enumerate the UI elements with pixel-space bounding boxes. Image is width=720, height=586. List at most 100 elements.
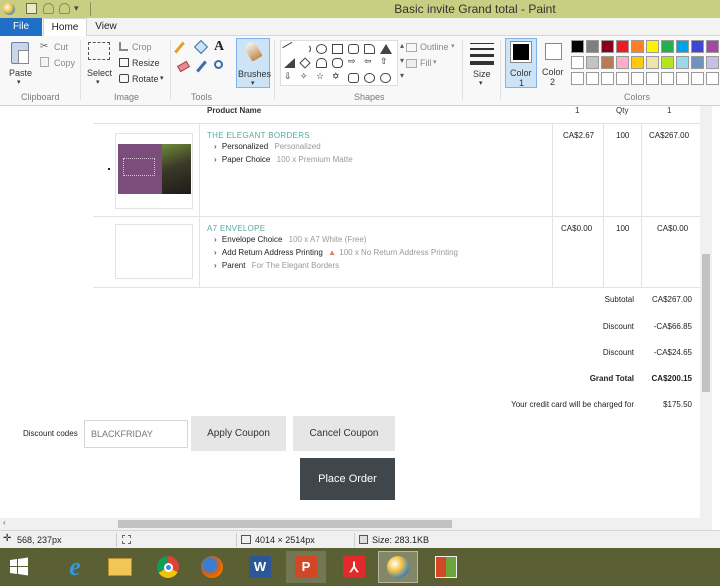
taskbar-powerpoint[interactable]: P [286, 551, 326, 583]
tab-file[interactable]: File [0, 18, 42, 36]
shapes-gallery[interactable]: ⇨ ⇦ ⇧ ⇩ ✧ ☆ ✡ [280, 40, 398, 86]
color-swatch[interactable] [646, 72, 659, 85]
down-arrow-shape-icon[interactable]: ⇩ [284, 71, 292, 82]
taskbar-word[interactable]: W [240, 551, 280, 583]
copy-icon[interactable] [40, 57, 49, 67]
six-point-star-shape-icon[interactable]: ✡ [332, 71, 340, 82]
color-swatch[interactable] [691, 72, 704, 85]
callout-rect-shape-icon[interactable] [348, 73, 359, 83]
color-swatch[interactable] [661, 56, 674, 69]
fill-icon[interactable] [406, 59, 417, 68]
diamond-shape-icon[interactable] [299, 57, 311, 69]
color-swatch[interactable] [571, 72, 584, 85]
color-swatch[interactable] [646, 56, 659, 69]
size-button[interactable]: Size ▾ [466, 38, 498, 88]
color-swatch[interactable] [571, 40, 584, 53]
color-swatch[interactable] [676, 56, 689, 69]
shapes-more-icon[interactable]: ▾ [400, 71, 404, 80]
color-swatch[interactable] [586, 56, 599, 69]
color-swatch[interactable] [586, 40, 599, 53]
curve-shape-icon[interactable] [300, 44, 311, 54]
color-swatch[interactable] [616, 72, 629, 85]
right-arrow-shape-icon[interactable]: ⇨ [348, 56, 356, 67]
color-swatch[interactable] [691, 56, 704, 69]
color-swatch[interactable] [601, 56, 614, 69]
select-button[interactable]: Select ▾ [84, 38, 114, 88]
apply-coupon-button[interactable]: Apply Coupon [191, 416, 286, 451]
vertical-scroll-thumb[interactable] [702, 254, 710, 392]
color-swatch[interactable] [691, 40, 704, 53]
color-swatch[interactable] [631, 72, 644, 85]
color-swatch[interactable] [661, 72, 674, 85]
five-point-star-shape-icon[interactable]: ☆ [316, 71, 324, 82]
color-picker-icon[interactable] [196, 60, 207, 73]
color-swatch[interactable] [571, 56, 584, 69]
resize-icon[interactable] [119, 58, 129, 67]
scroll-left-icon[interactable]: ‹ [3, 518, 6, 527]
start-button[interactable] [2, 551, 36, 583]
color-swatch[interactable] [601, 40, 614, 53]
fill-bucket-icon[interactable] [193, 39, 209, 55]
shapes-scroll-up-icon[interactable]: ▴ [400, 41, 404, 50]
color-swatch[interactable] [601, 72, 614, 85]
rounded-rectangle-shape-icon[interactable] [348, 44, 359, 54]
crop-button[interactable]: Crop [132, 42, 152, 52]
rotate-icon[interactable] [119, 74, 129, 83]
taskbar-acrobat[interactable]: ⅄ [334, 551, 374, 583]
callout-oval-shape-icon[interactable] [364, 73, 375, 83]
pencil-icon[interactable] [174, 41, 185, 54]
magnifier-icon[interactable] [214, 60, 223, 69]
taskbar-chrome[interactable] [148, 551, 188, 583]
line-shape-icon[interactable] [282, 41, 297, 57]
taskbar-internet-explorer[interactable]: e [55, 551, 95, 583]
left-arrow-shape-icon[interactable]: ⇦ [364, 56, 372, 67]
text-icon[interactable]: A [214, 39, 224, 55]
taskbar-firefox[interactable] [192, 551, 232, 583]
triangle-shape-icon[interactable] [380, 44, 392, 54]
oval-shape-icon[interactable] [316, 44, 327, 54]
tab-home[interactable]: Home [43, 18, 87, 37]
taskbar-app[interactable] [426, 551, 466, 583]
outline-icon[interactable] [406, 43, 417, 52]
shapes-scroll-down-icon[interactable]: ▾ [400, 56, 404, 65]
paste-button[interactable]: Paste ▾ [4, 38, 36, 88]
color-swatch[interactable] [676, 72, 689, 85]
product-name[interactable]: A7 ENVELOPE [207, 224, 265, 233]
cut-icon[interactable]: ✂ [40, 41, 48, 52]
tab-view[interactable]: View [88, 18, 124, 36]
color-swatch[interactable] [616, 56, 629, 69]
fill-dropdown-icon[interactable]: ▾ [433, 58, 437, 66]
color2-button[interactable]: Color 2 [540, 38, 568, 88]
hexagon-shape-icon[interactable] [332, 58, 343, 68]
rotate-dropdown-icon[interactable]: ▾ [160, 74, 164, 82]
color-swatch[interactable] [646, 40, 659, 53]
vertical-scrollbar[interactable] [700, 106, 712, 518]
color-swatch[interactable] [616, 40, 629, 53]
fill-button[interactable]: Fill [420, 58, 432, 68]
outline-button[interactable]: Outline [420, 42, 449, 52]
color-swatch[interactable] [706, 40, 719, 53]
color-swatch[interactable] [631, 56, 644, 69]
horizontal-scroll-thumb[interactable] [118, 520, 452, 528]
color-swatch[interactable] [706, 56, 719, 69]
eraser-icon[interactable] [176, 60, 191, 73]
brushes-button[interactable]: Brushes ▾ [236, 38, 271, 88]
callout-cloud-shape-icon[interactable] [380, 73, 391, 83]
color-swatch[interactable] [631, 40, 644, 53]
polygon-shape-icon[interactable] [364, 44, 375, 54]
product-name[interactable]: THE ELEGANT BORDERS [207, 131, 310, 140]
cancel-coupon-button[interactable]: Cancel Coupon [293, 416, 395, 451]
color-swatch[interactable] [661, 40, 674, 53]
copy-button[interactable]: Copy [54, 58, 75, 68]
outline-dropdown-icon[interactable]: ▾ [451, 42, 455, 50]
four-point-star-shape-icon[interactable]: ✧ [300, 71, 308, 82]
color1-button[interactable]: Color 1 [505, 38, 537, 88]
cut-button[interactable]: Cut [54, 42, 68, 52]
taskbar-paint[interactable] [378, 551, 418, 583]
crop-icon[interactable] [119, 42, 128, 51]
color-swatch[interactable] [676, 40, 689, 53]
place-order-button[interactable]: Place Order [300, 458, 395, 500]
color-swatch[interactable] [706, 72, 719, 85]
taskbar-file-explorer[interactable] [100, 551, 140, 583]
rotate-button[interactable]: Rotate [132, 74, 159, 84]
